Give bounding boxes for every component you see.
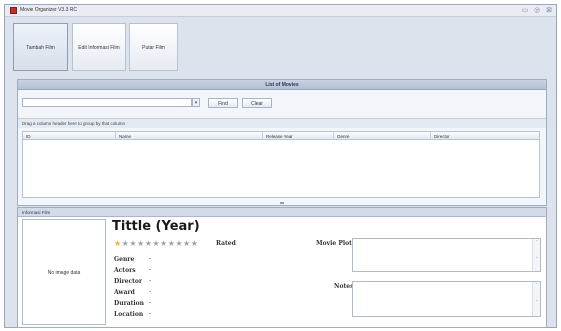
rating-label: Rated (216, 240, 236, 247)
app-icon (10, 7, 17, 14)
splitter-grip[interactable] (280, 202, 284, 204)
movie-list-panel: List of Movies ▾ Find Clear Drag a colum… (17, 79, 547, 206)
movie-plot-label: Movie Plot (316, 240, 352, 247)
edit-movie-button[interactable]: Edit Informasi Film (72, 23, 126, 71)
window-title: Movie Organizer V3.3 RC (20, 7, 77, 13)
plot-scrollbar[interactable]: ⌃ ⌄ (532, 239, 540, 271)
actors-value: - (149, 267, 151, 273)
award-value: - (149, 289, 151, 295)
find-button[interactable]: Find (208, 98, 238, 108)
chevron-down-icon[interactable]: ▾ (192, 98, 200, 107)
restore-icon[interactable]: ◎ (532, 6, 542, 15)
movie-plot-field[interactable]: ⌃ ⌄ (352, 238, 541, 272)
movie-info-header: Informasi Film (18, 208, 546, 217)
title-bar: Movie Organizer V3.3 RC ▭ ◎ ⊠ (5, 5, 556, 17)
clear-button[interactable]: Clear (242, 98, 272, 108)
play-movie-button[interactable]: Putar Film (129, 23, 178, 71)
location-value: - (149, 311, 151, 317)
movie-poster: No image data (22, 219, 106, 325)
close-icon[interactable]: ⊠ (544, 6, 554, 15)
rating-stars[interactable]: ★★★★★★★★★★★ (114, 239, 198, 248)
notes-label: Notes (334, 283, 354, 290)
director-label: Director (114, 278, 143, 285)
grid-header: ID Name Release Year Genre Director (22, 131, 540, 141)
add-movie-button[interactable]: Tambah Film (13, 23, 68, 71)
notes-field[interactable]: ⌃ ⌄ (352, 281, 541, 317)
main-window: Movie Organizer V3.3 RC ▭ ◎ ⊠ Tambah Fil… (4, 4, 557, 328)
award-label: Award (114, 289, 135, 296)
movie-list-header: List of Movies (18, 80, 546, 90)
group-panel-hint[interactable]: Drag a column header here to group by th… (18, 118, 546, 128)
minimize-icon[interactable]: ▭ (520, 6, 530, 15)
duration-label: Duration (114, 300, 145, 307)
search-input[interactable] (22, 98, 192, 107)
movie-title: Tittle (Year) (112, 219, 200, 234)
movie-grid[interactable] (22, 140, 540, 198)
director-value: - (149, 278, 151, 284)
duration-value: - (149, 300, 151, 306)
genre-label: Genre (114, 256, 135, 263)
notes-scrollbar[interactable]: ⌃ ⌄ (532, 282, 540, 316)
movie-info-panel: Informasi Film No image data Tittle (Yea… (17, 207, 547, 328)
actors-label: Actors (114, 267, 136, 274)
location-label: Location (114, 311, 144, 318)
genre-value: - (149, 256, 151, 262)
rating-clear-icon[interactable]: ★ (114, 239, 122, 248)
